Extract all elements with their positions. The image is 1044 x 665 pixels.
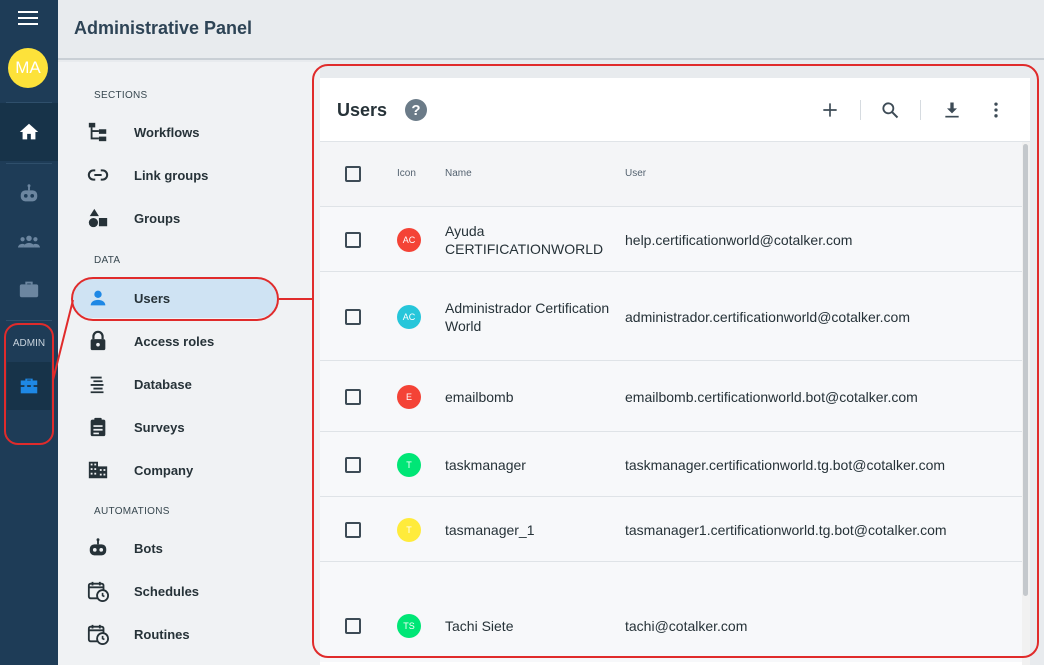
nav-item-bots[interactable]: Bots: [72, 528, 278, 568]
calendar-clock-icon: [86, 622, 110, 646]
annotation-highlight-admin: [4, 323, 54, 445]
robot-icon: [86, 536, 110, 560]
nav-item-label: Company: [134, 462, 194, 478]
nav-item-link-groups[interactable]: Link groups: [72, 155, 278, 195]
nav-item-label: Bots: [134, 540, 163, 556]
people-icon: [18, 235, 40, 248]
lock-icon: [86, 329, 110, 353]
nav-item-database[interactable]: Database: [72, 364, 278, 404]
link-icon: [86, 163, 110, 187]
top-header: Administrative Panel: [58, 0, 1044, 60]
shapes-icon: [86, 206, 110, 230]
nav-item-label: Schedules: [134, 583, 200, 599]
briefcase-icon: [19, 281, 39, 298]
annotation-highlight-main: [312, 64, 1039, 658]
nav-item-schedules[interactable]: Schedules: [72, 571, 278, 611]
robot-icon: [20, 184, 38, 202]
sections-heading: SECTIONS: [94, 90, 148, 101]
user-avatar[interactable]: MA: [8, 48, 48, 88]
rail-divider: [6, 163, 52, 164]
clipboard-icon: [86, 415, 110, 439]
automations-heading: AUTOMATIONS: [94, 506, 170, 517]
nav-item-label: Workflows: [134, 124, 200, 140]
building-icon: [86, 458, 110, 482]
nav-item-company[interactable]: Company: [72, 450, 278, 490]
annotation-highlight-users: [71, 277, 279, 321]
nav-item-label: Groups: [134, 210, 181, 226]
nav-item-groups[interactable]: Groups: [72, 198, 278, 238]
sections-nav: SECTIONS Workflows Link groups Groups DA…: [58, 62, 320, 665]
page-title: Administrative Panel: [74, 18, 253, 38]
nav-item-label: Database: [134, 376, 192, 392]
nav-item-workflows[interactable]: Workflows: [72, 112, 278, 152]
work-rail-button[interactable]: [17, 277, 41, 301]
workflow-tree-icon: [86, 120, 110, 144]
rail-divider: [6, 320, 52, 321]
nav-item-label: Access roles: [134, 333, 215, 349]
calendar-clock-icon: [86, 579, 110, 603]
data-heading: DATA: [94, 255, 121, 266]
home-button[interactable]: [0, 103, 58, 161]
list-lines-icon: [86, 372, 110, 396]
nav-item-label: Routines: [134, 626, 190, 642]
home-icon: [19, 123, 39, 140]
groups-rail-button[interactable]: [17, 230, 41, 254]
hamburger-menu-icon[interactable]: [18, 11, 38, 27]
nav-item-access-roles[interactable]: Access roles: [72, 321, 278, 361]
nav-item-surveys[interactable]: Surveys: [72, 407, 278, 447]
nav-item-label: Surveys: [134, 419, 185, 435]
bots-rail-button[interactable]: [17, 182, 41, 206]
nav-item-label: Link groups: [134, 167, 209, 183]
nav-item-routines[interactable]: Routines: [72, 614, 278, 654]
